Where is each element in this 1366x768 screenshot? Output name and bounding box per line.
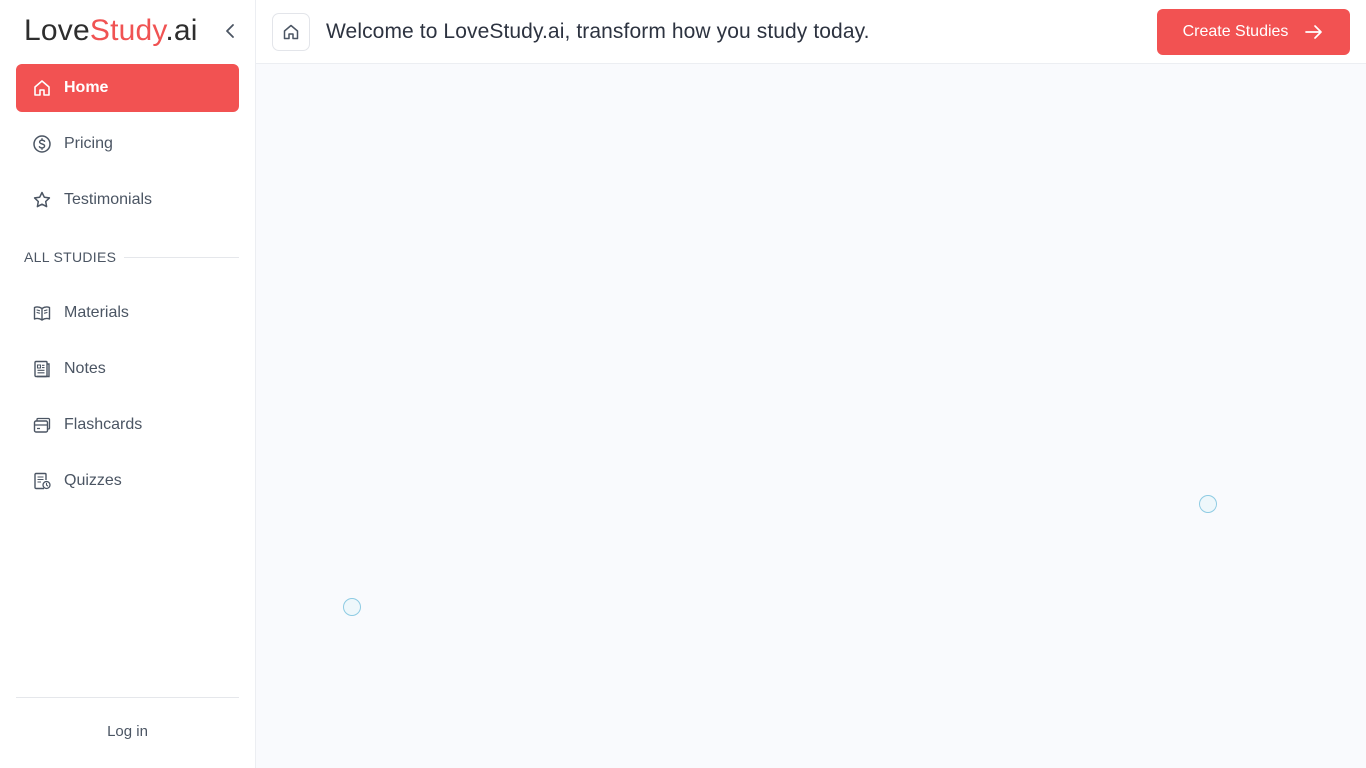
- sidebar-item-testimonials[interactable]: Testimonials: [16, 176, 239, 224]
- sidebar-item-materials[interactable]: Materials: [16, 289, 239, 337]
- floating-circle: [343, 598, 361, 616]
- login-link[interactable]: Log in: [16, 720, 239, 744]
- section-label-all-studies: ALL STUDIES: [24, 248, 239, 266]
- page-title: Welcome to LoveStudy.ai, transform how y…: [326, 20, 870, 43]
- sidebar-item-label: Flashcards: [64, 416, 143, 433]
- sidebar-item-label: Materials: [64, 304, 129, 321]
- quiz-icon: [32, 471, 52, 491]
- chevron-left-icon: [226, 24, 234, 38]
- dollar-icon: [32, 134, 52, 154]
- arrow-right-icon: [1304, 24, 1324, 40]
- home-icon: [32, 78, 52, 98]
- sidebar-item-home[interactable]: Home: [16, 64, 239, 112]
- notes-icon: [32, 359, 52, 379]
- collapse-sidebar-button[interactable]: [221, 22, 239, 40]
- brand: LoveStudy.ai: [24, 14, 238, 48]
- logo[interactable]: LoveStudy.ai: [24, 14, 198, 48]
- star-icon: [32, 190, 52, 210]
- sidebar-item-label: Pricing: [64, 135, 113, 152]
- book-icon: [32, 303, 52, 323]
- main-content: [256, 64, 1366, 768]
- sidebar-footer-divider: [16, 697, 239, 698]
- create-studies-button[interactable]: Create Studies: [1157, 9, 1350, 55]
- sidebar-item-label: Testimonials: [64, 191, 153, 208]
- floating-circle: [1199, 495, 1217, 513]
- sidebar-item-flashcards[interactable]: Flashcards: [16, 401, 239, 449]
- sidebar-item-label: Home: [64, 79, 109, 96]
- sidebar-item-quizzes[interactable]: Quizzes: [16, 457, 239, 505]
- sidebar: LoveStudy.ai Home Pricing Testimonials A…: [0, 0, 256, 768]
- sidebar-item-label: Notes: [64, 360, 106, 377]
- section-divider: [124, 256, 239, 258]
- sidebar-item-pricing[interactable]: Pricing: [16, 120, 239, 168]
- create-studies-label: Create Studies: [1182, 23, 1289, 40]
- flashcards-icon: [32, 415, 52, 435]
- sidebar-item-label: Quizzes: [64, 472, 122, 489]
- sidebar-item-notes[interactable]: Notes: [16, 345, 239, 393]
- home-button[interactable]: [272, 13, 310, 51]
- home-icon: [283, 24, 299, 40]
- top-bar: Welcome to LoveStudy.ai, transform how y…: [256, 0, 1366, 64]
